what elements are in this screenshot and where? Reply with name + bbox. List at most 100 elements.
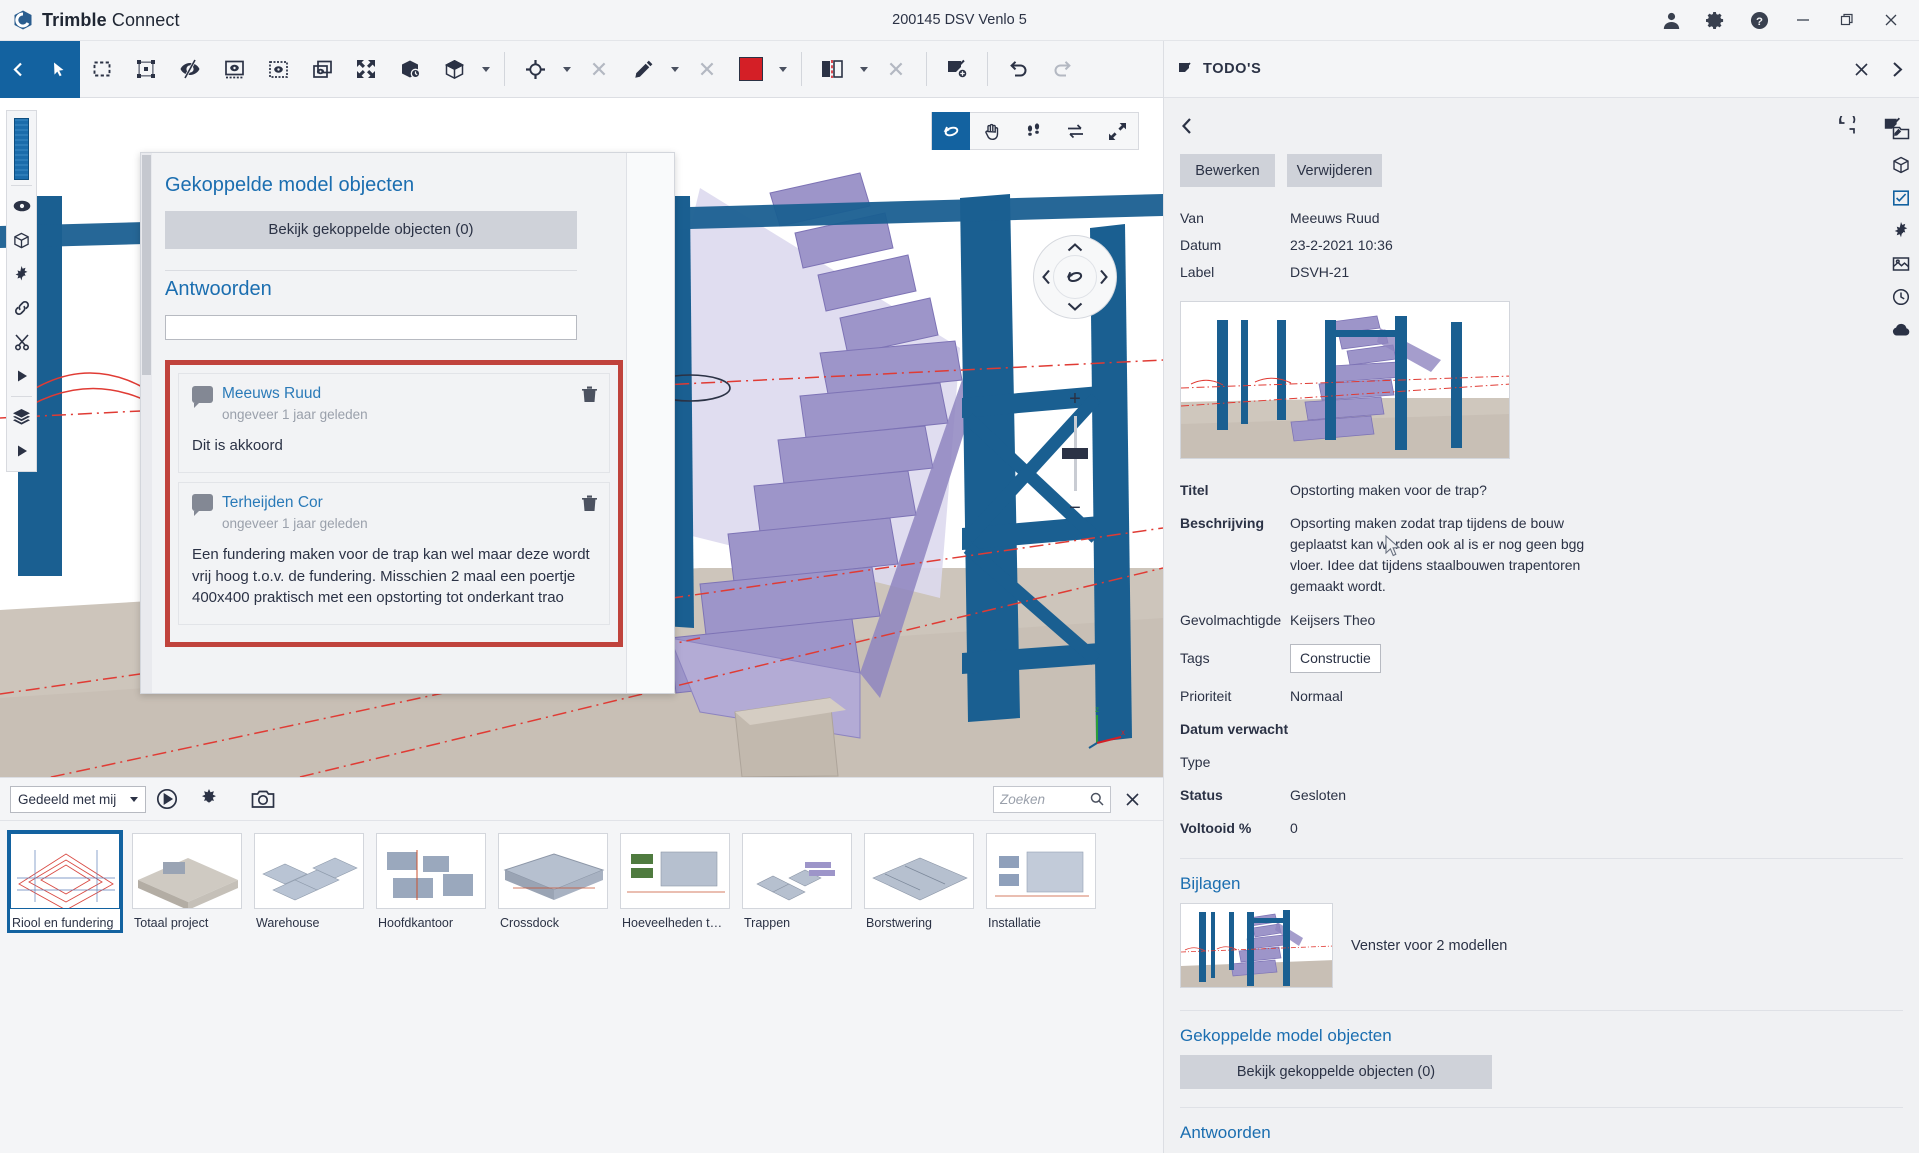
camera-icon[interactable] [242, 777, 284, 821]
checklist-plus-icon[interactable] [935, 41, 979, 98]
refresh-icon[interactable] [1837, 116, 1857, 136]
help-icon[interactable]: ? [1737, 0, 1781, 41]
redo-icon[interactable] [1040, 41, 1084, 98]
wheel-up-icon[interactable] [1067, 242, 1084, 253]
eye-layers-icon[interactable] [300, 41, 344, 98]
eye-in-frame-icon[interactable] [212, 41, 256, 98]
cube-dropdown-caret[interactable] [476, 41, 496, 98]
zoom-track[interactable] [1062, 416, 1088, 491]
clear-pen-button[interactable] [685, 41, 729, 98]
back-button[interactable] [0, 40, 36, 98]
target-icon[interactable] [513, 41, 557, 98]
panel-view-linked-objects-button[interactable]: Bekijk gekoppelde objecten (0) [1180, 1055, 1492, 1089]
wheel-down-icon[interactable] [1067, 301, 1084, 312]
footsteps-icon[interactable] [1012, 112, 1054, 150]
thumbnail-item[interactable]: Borstwering [864, 833, 974, 930]
orbit-wheel[interactable] [1033, 235, 1117, 319]
thumbnail-item[interactable]: Crossdock [498, 833, 608, 930]
orbit-tool[interactable] [932, 112, 970, 150]
account-icon[interactable] [1649, 0, 1693, 41]
play-icon[interactable] [146, 777, 188, 821]
view-linked-objects-button[interactable]: Bekijk gekoppelde objecten (0) [165, 211, 577, 249]
gear-icon[interactable] [188, 777, 230, 821]
rail-history-icon[interactable] [1883, 280, 1919, 313]
delete-todo-button[interactable]: Verwijderen [1287, 154, 1382, 187]
gear-icon[interactable] [1693, 0, 1737, 41]
zoom-knob[interactable] [1062, 448, 1088, 459]
thumbnail-item[interactable]: Hoofdkantoor [376, 833, 486, 930]
cube-clock-icon[interactable] [388, 41, 432, 98]
attachment-thumbnail[interactable] [1180, 903, 1333, 988]
modal-scrollbar[interactable] [141, 153, 152, 693]
rail-todo-icon[interactable] [1883, 181, 1919, 214]
zoom-in-button[interactable]: + [1060, 386, 1090, 412]
select-tool[interactable] [36, 40, 80, 98]
split-panel-icon[interactable] [810, 41, 854, 98]
close-icon[interactable] [1853, 61, 1870, 78]
clear-marker-button[interactable] [577, 41, 621, 98]
edit-todo-button[interactable]: Bewerken [1180, 154, 1275, 187]
tag-chip[interactable]: Constructie [1290, 644, 1381, 673]
rail-model-icon[interactable] [1883, 148, 1919, 181]
pen-dropdown-caret[interactable] [665, 41, 685, 98]
trash-icon[interactable] [582, 386, 597, 403]
marker-dropdown-caret[interactable] [557, 41, 577, 98]
thumbnail-item[interactable]: Riool en fundering [7, 830, 123, 933]
hand-icon[interactable] [970, 112, 1012, 150]
link-icon[interactable] [7, 291, 36, 325]
comment-author[interactable]: Meeuws Ruud [222, 385, 321, 403]
layers-icon[interactable] [7, 400, 36, 434]
rail-cloud-icon[interactable] [1883, 313, 1919, 346]
thumbnail-item[interactable]: Totaal project [132, 833, 242, 930]
shared-filter-select[interactable]: Gedeeld met mij [10, 785, 146, 813]
thumbnail-item[interactable]: Warehouse [254, 833, 364, 930]
search-box[interactable] [993, 785, 1111, 813]
undo-icon[interactable] [996, 41, 1040, 98]
zoom-out-button[interactable]: − [1060, 495, 1090, 521]
wheel-right-icon[interactable] [1098, 269, 1109, 286]
bounding-box-tool[interactable] [124, 41, 168, 98]
eye-dotted-frame-icon[interactable] [256, 41, 300, 98]
marquee-select-tool[interactable] [80, 41, 124, 98]
restore-icon[interactable] [1825, 0, 1869, 41]
answer-input[interactable] [165, 315, 577, 340]
color-dropdown-caret[interactable] [773, 41, 793, 98]
rail-project-icon[interactable] [1883, 115, 1919, 148]
split-dropdown-caret[interactable] [854, 41, 874, 98]
play-icon[interactable] [7, 359, 36, 393]
rail-settings-icon[interactable] [1883, 214, 1919, 247]
clear-view-button[interactable] [874, 41, 918, 98]
wheel-left-icon[interactable] [1041, 269, 1052, 286]
thumbnail-item[interactable]: Installatie [986, 833, 1096, 930]
thumbnail-item[interactable]: Hoeveelheden teke [620, 833, 730, 930]
rail-views-icon[interactable] [1883, 247, 1919, 280]
color-swatch-icon[interactable] [729, 41, 773, 98]
gear-small-icon[interactable] [7, 257, 36, 291]
eye-slash-icon[interactable] [168, 41, 212, 98]
search-icon[interactable] [1090, 792, 1104, 806]
close-icon[interactable] [1869, 0, 1913, 41]
more-play-icon[interactable] [7, 434, 36, 468]
back-icon[interactable] [1180, 117, 1195, 135]
search-input[interactable] [1000, 791, 1090, 807]
zoom-slider[interactable]: + − [1054, 386, 1096, 521]
trash-icon[interactable] [582, 495, 597, 512]
thumbnail-item[interactable]: Trappen [742, 833, 852, 930]
todo-screenshot[interactable] [1180, 301, 1510, 459]
attachment-item[interactable]: Venster voor 2 modellen [1164, 903, 1919, 988]
minimize-icon[interactable] [1781, 0, 1825, 41]
cube-icon[interactable] [432, 41, 476, 98]
comment-author[interactable]: Terheijden Cor [222, 494, 323, 512]
modal-scroll-thumb[interactable] [142, 155, 151, 375]
expand-arrows-icon[interactable] [344, 41, 388, 98]
eye-icon[interactable] [7, 189, 36, 223]
wheel-center-orbit-icon[interactable] [1053, 255, 1097, 299]
close-panel-icon[interactable] [1111, 777, 1153, 821]
swap-arrows-icon[interactable] [1054, 112, 1096, 150]
diagonal-arrows-icon[interactable] [1096, 112, 1138, 150]
cube-outline-icon[interactable] [7, 223, 36, 257]
scissors-icon[interactable] [7, 325, 36, 359]
pencil-icon[interactable] [621, 41, 665, 98]
chevron-right-icon[interactable] [1890, 61, 1905, 78]
gradient-slider-icon[interactable] [14, 118, 29, 180]
